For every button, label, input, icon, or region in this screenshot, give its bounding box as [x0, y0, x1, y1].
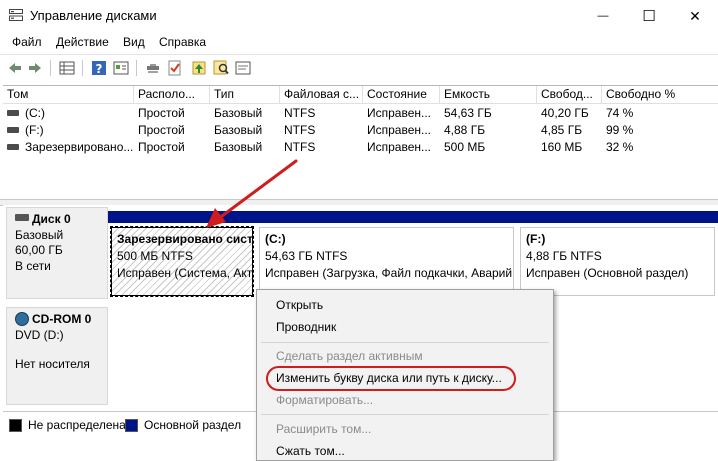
annotation-arrow-icon: [206, 159, 298, 228]
disk-management-window: Управление дисками — ☐ ✕ Файл Действие В…: [0, 0, 718, 461]
